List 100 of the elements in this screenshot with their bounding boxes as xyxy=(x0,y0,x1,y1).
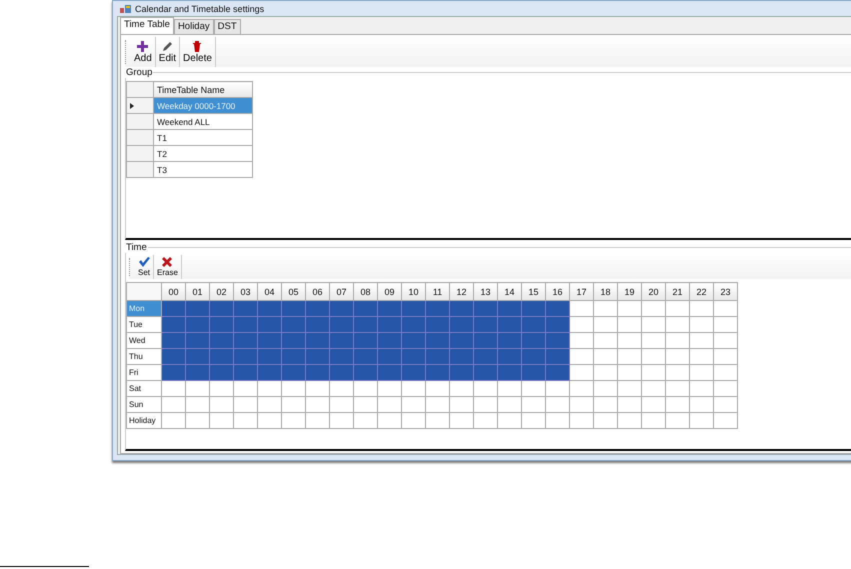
time-slot[interactable] xyxy=(402,380,426,396)
time-slot[interactable] xyxy=(402,300,426,316)
time-slot[interactable] xyxy=(354,396,378,412)
time-slot[interactable] xyxy=(690,300,714,316)
time-slot[interactable] xyxy=(258,316,282,332)
time-slot[interactable] xyxy=(666,316,690,332)
time-slot[interactable] xyxy=(642,380,666,396)
time-slot[interactable] xyxy=(426,300,450,316)
time-slot[interactable] xyxy=(690,348,714,364)
time-slot[interactable] xyxy=(690,332,714,348)
time-slot[interactable] xyxy=(546,380,570,396)
time-slot[interactable] xyxy=(282,300,306,316)
time-slot[interactable] xyxy=(354,332,378,348)
time-slot[interactable] xyxy=(522,380,546,396)
time-slot[interactable] xyxy=(546,332,570,348)
time-slot[interactable] xyxy=(354,380,378,396)
day-header[interactable]: Sun xyxy=(126,396,162,412)
time-slot[interactable] xyxy=(522,316,546,332)
time-slot[interactable] xyxy=(570,380,594,396)
time-slot[interactable] xyxy=(714,396,738,412)
time-slot[interactable] xyxy=(690,396,714,412)
time-slot[interactable] xyxy=(210,412,234,428)
tab[interactable]: Time Table xyxy=(120,17,174,34)
time-slot[interactable] xyxy=(570,348,594,364)
time-slot[interactable] xyxy=(666,348,690,364)
time-slot[interactable] xyxy=(450,380,474,396)
time-slot[interactable] xyxy=(450,412,474,428)
time-slot[interactable] xyxy=(426,380,450,396)
time-slot[interactable] xyxy=(234,364,258,380)
time-slot[interactable] xyxy=(378,316,402,332)
tab[interactable]: Holiday xyxy=(174,19,214,34)
time-slot[interactable] xyxy=(546,348,570,364)
time-slot[interactable] xyxy=(402,396,426,412)
tab[interactable]: DST xyxy=(214,19,241,34)
time-slot[interactable] xyxy=(186,380,210,396)
time-slot[interactable] xyxy=(690,316,714,332)
time-slot[interactable] xyxy=(186,300,210,316)
time-slot[interactable] xyxy=(618,348,642,364)
time-slot[interactable] xyxy=(522,332,546,348)
time-slot[interactable] xyxy=(402,364,426,380)
time-slot[interactable] xyxy=(162,396,186,412)
time-slot[interactable] xyxy=(690,380,714,396)
time-slot[interactable] xyxy=(162,300,186,316)
time-slot[interactable] xyxy=(642,412,666,428)
time-slot[interactable] xyxy=(666,396,690,412)
time-slot[interactable] xyxy=(594,380,618,396)
time-slot[interactable] xyxy=(714,412,738,428)
time-slot[interactable] xyxy=(570,316,594,332)
time-slot[interactable] xyxy=(426,364,450,380)
time-slot[interactable] xyxy=(474,348,498,364)
time-slot[interactable] xyxy=(690,412,714,428)
time-slot[interactable] xyxy=(210,332,234,348)
add-button[interactable]: Add xyxy=(131,37,156,67)
time-slot[interactable] xyxy=(666,332,690,348)
time-slot[interactable] xyxy=(282,396,306,412)
time-slot[interactable] xyxy=(258,364,282,380)
time-slot[interactable] xyxy=(618,300,642,316)
time-slot[interactable] xyxy=(330,332,354,348)
time-slot[interactable] xyxy=(210,364,234,380)
time-slot[interactable] xyxy=(714,348,738,364)
time-slot[interactable] xyxy=(378,364,402,380)
time-slot[interactable] xyxy=(474,380,498,396)
time-slot[interactable] xyxy=(306,412,330,428)
time-slot[interactable] xyxy=(378,300,402,316)
time-slot[interactable] xyxy=(714,380,738,396)
time-slot[interactable] xyxy=(522,364,546,380)
time-slot[interactable] xyxy=(282,316,306,332)
time-slot[interactable] xyxy=(378,412,402,428)
time-slot[interactable] xyxy=(402,332,426,348)
time-slot[interactable] xyxy=(354,316,378,332)
edit-button[interactable]: Edit xyxy=(156,37,180,67)
time-slot[interactable] xyxy=(234,316,258,332)
time-slot[interactable] xyxy=(498,348,522,364)
time-slot[interactable] xyxy=(426,348,450,364)
time-slot[interactable] xyxy=(426,396,450,412)
time-slot[interactable] xyxy=(354,412,378,428)
time-slot[interactable] xyxy=(258,300,282,316)
time-slot[interactable] xyxy=(186,364,210,380)
time-slot[interactable] xyxy=(282,348,306,364)
time-slot[interactable] xyxy=(618,332,642,348)
time-slot[interactable] xyxy=(426,316,450,332)
time-slot[interactable] xyxy=(594,332,618,348)
time-slot[interactable] xyxy=(498,380,522,396)
time-slot[interactable] xyxy=(594,412,618,428)
time-slot[interactable] xyxy=(594,348,618,364)
day-header[interactable]: Holiday xyxy=(126,412,162,428)
time-slot[interactable] xyxy=(666,300,690,316)
time-slot[interactable] xyxy=(330,380,354,396)
time-slot[interactable] xyxy=(522,300,546,316)
delete-button[interactable]: Delete xyxy=(180,37,216,67)
time-slot[interactable] xyxy=(258,380,282,396)
time-slot[interactable] xyxy=(306,316,330,332)
time-slot[interactable] xyxy=(330,396,354,412)
time-slot[interactable] xyxy=(498,412,522,428)
time-slot[interactable] xyxy=(642,396,666,412)
erase-button[interactable]: Erase xyxy=(154,255,182,279)
time-slot[interactable] xyxy=(162,348,186,364)
time-slot[interactable] xyxy=(234,348,258,364)
time-slot[interactable] xyxy=(522,396,546,412)
time-slot[interactable] xyxy=(474,364,498,380)
